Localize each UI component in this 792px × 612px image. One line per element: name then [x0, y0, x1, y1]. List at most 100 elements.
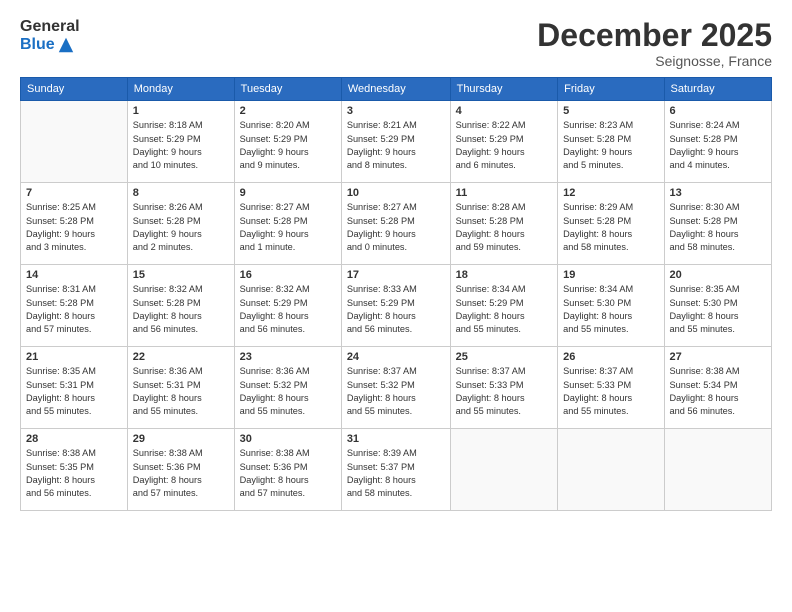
logo-general-text: General	[20, 18, 80, 36]
table-cell: 29 Sunrise: 8:38 AM Sunset: 5:36 PM Dayli…	[127, 429, 234, 511]
day-info: Sunrise: 8:27 AM Sunset: 5:28 PM Dayligh…	[347, 201, 445, 254]
table-cell: 10 Sunrise: 8:27 AM Sunset: 5:28 PM Dayli…	[341, 183, 450, 265]
week-row-2: 7 Sunrise: 8:25 AM Sunset: 5:28 PM Daylig…	[21, 183, 772, 265]
day-info: Sunrise: 8:21 AM Sunset: 5:29 PM Dayligh…	[347, 119, 445, 172]
week-row-1: 1 Sunrise: 8:18 AM Sunset: 5:29 PM Daylig…	[21, 101, 772, 183]
table-cell: 11 Sunrise: 8:28 AM Sunset: 5:28 PM Dayli…	[450, 183, 558, 265]
table-cell: 31 Sunrise: 8:39 AM Sunset: 5:37 PM Dayli…	[341, 429, 450, 511]
day-number: 9	[240, 187, 336, 199]
table-cell	[558, 429, 664, 511]
calendar-table: Sunday Monday Tuesday Wednesday Thursday…	[20, 77, 772, 511]
day-number: 10	[347, 187, 445, 199]
day-info: Sunrise: 8:22 AM Sunset: 5:29 PM Dayligh…	[456, 119, 553, 172]
table-cell	[21, 101, 128, 183]
col-tuesday: Tuesday	[234, 78, 341, 101]
day-number: 3	[347, 105, 445, 117]
table-cell: 22Sunrise: 8:36 AM Sunset: 5:31 PM Dayli…	[127, 347, 234, 429]
day-info: Sunrise: 8:38 AM Sunset: 5:34 PM Dayligh…	[670, 365, 766, 418]
day-number: 19	[563, 269, 658, 281]
day-number: 14	[26, 269, 122, 281]
calendar-page: General Blue December 2025 Seignosse, Fr…	[0, 0, 792, 612]
day-info: Sunrise: 8:18 AM Sunset: 5:29 PM Dayligh…	[133, 119, 229, 172]
day-info: Sunrise: 8:32 AM Sunset: 5:28 PM Dayligh…	[133, 283, 229, 336]
title-block: December 2025 Seignosse, France	[537, 18, 772, 69]
day-info: Sunrise: 8:26 AM Sunset: 5:28 PM Dayligh…	[133, 201, 229, 254]
day-info: Sunrise: 8:37 AM Sunset: 5:32 PM Dayligh…	[347, 365, 445, 418]
day-number: 27	[670, 351, 766, 363]
logo-icon	[57, 36, 75, 54]
table-cell: 12 Sunrise: 8:29 AM Sunset: 5:28 PM Dayli…	[558, 183, 664, 265]
day-info: Sunrise: 8:37 AM Sunset: 5:33 PM Dayligh…	[456, 365, 553, 418]
day-number: 31	[347, 433, 445, 445]
day-number: 5	[563, 105, 658, 117]
table-cell: 24 Sunrise: 8:37 AM Sunset: 5:32 PM Dayli…	[341, 347, 450, 429]
day-number: 12	[563, 187, 658, 199]
table-cell	[664, 429, 771, 511]
col-sunday: Sunday	[21, 78, 128, 101]
day-number: 15	[133, 269, 229, 281]
col-thursday: Thursday	[450, 78, 558, 101]
table-cell: 7 Sunrise: 8:25 AM Sunset: 5:28 PM Daylig…	[21, 183, 128, 265]
col-friday: Friday	[558, 78, 664, 101]
day-info: Sunrise: 8:20 AM Sunset: 5:29 PM Dayligh…	[240, 119, 336, 172]
day-number: 7	[26, 187, 122, 199]
day-info: Sunrise: 8:28 AM Sunset: 5:28 PM Dayligh…	[456, 201, 553, 254]
table-cell: 15 Sunrise: 8:32 AM Sunset: 5:28 PM Dayli…	[127, 265, 234, 347]
day-number: 18	[456, 269, 553, 281]
table-cell: 16Sunrise: 8:32 AM Sunset: 5:29 PM Dayli…	[234, 265, 341, 347]
table-cell	[450, 429, 558, 511]
table-cell: 9Sunrise: 8:27 AM Sunset: 5:28 PM Daylig…	[234, 183, 341, 265]
month-title: December 2025	[537, 18, 772, 53]
day-number: 16	[240, 269, 336, 281]
table-cell: 14 Sunrise: 8:31 AM Sunset: 5:28 PM Dayli…	[21, 265, 128, 347]
table-cell: 27 Sunrise: 8:38 AM Sunset: 5:34 PM Dayli…	[664, 347, 771, 429]
day-info: Sunrise: 8:29 AM Sunset: 5:28 PM Dayligh…	[563, 201, 658, 254]
table-cell: 21Sunrise: 8:35 AM Sunset: 5:31 PM Dayli…	[21, 347, 128, 429]
calendar-header-row: Sunday Monday Tuesday Wednesday Thursday…	[21, 78, 772, 101]
day-info: Sunrise: 8:23 AM Sunset: 5:28 PM Dayligh…	[563, 119, 658, 172]
day-info: Sunrise: 8:33 AM Sunset: 5:29 PM Dayligh…	[347, 283, 445, 336]
day-info: Sunrise: 8:38 AM Sunset: 5:36 PM Dayligh…	[133, 447, 229, 500]
day-number: 1	[133, 105, 229, 117]
day-number: 2	[240, 105, 336, 117]
table-cell: 30Sunrise: 8:38 AM Sunset: 5:36 PM Dayli…	[234, 429, 341, 511]
day-number: 30	[240, 433, 336, 445]
table-cell: 17 Sunrise: 8:33 AM Sunset: 5:29 PM Dayli…	[341, 265, 450, 347]
table-cell: 26Sunrise: 8:37 AM Sunset: 5:33 PM Dayli…	[558, 347, 664, 429]
day-number: 17	[347, 269, 445, 281]
day-info: Sunrise: 8:31 AM Sunset: 5:28 PM Dayligh…	[26, 283, 122, 336]
day-info: Sunrise: 8:34 AM Sunset: 5:30 PM Dayligh…	[563, 283, 658, 336]
day-number: 26	[563, 351, 658, 363]
day-number: 4	[456, 105, 553, 117]
day-info: Sunrise: 8:38 AM Sunset: 5:35 PM Dayligh…	[26, 447, 122, 500]
day-info: Sunrise: 8:39 AM Sunset: 5:37 PM Dayligh…	[347, 447, 445, 500]
table-cell: 13Sunrise: 8:30 AM Sunset: 5:28 PM Dayli…	[664, 183, 771, 265]
table-cell: 8Sunrise: 8:26 AM Sunset: 5:28 PM Daylig…	[127, 183, 234, 265]
table-cell: 19 Sunrise: 8:34 AM Sunset: 5:30 PM Dayli…	[558, 265, 664, 347]
day-number: 11	[456, 187, 553, 199]
col-monday: Monday	[127, 78, 234, 101]
week-row-5: 28 Sunrise: 8:38 AM Sunset: 5:35 PM Dayli…	[21, 429, 772, 511]
day-number: 22	[133, 351, 229, 363]
page-header: General Blue December 2025 Seignosse, Fr…	[20, 18, 772, 69]
table-cell: 18Sunrise: 8:34 AM Sunset: 5:29 PM Dayli…	[450, 265, 558, 347]
day-number: 13	[670, 187, 766, 199]
table-cell: 20Sunrise: 8:35 AM Sunset: 5:30 PM Dayli…	[664, 265, 771, 347]
day-info: Sunrise: 8:25 AM Sunset: 5:28 PM Dayligh…	[26, 201, 122, 254]
day-number: 29	[133, 433, 229, 445]
week-row-4: 21Sunrise: 8:35 AM Sunset: 5:31 PM Dayli…	[21, 347, 772, 429]
location-subtitle: Seignosse, France	[537, 53, 772, 69]
table-cell: 3 Sunrise: 8:21 AM Sunset: 5:29 PM Daylig…	[341, 101, 450, 183]
day-info: Sunrise: 8:35 AM Sunset: 5:30 PM Dayligh…	[670, 283, 766, 336]
day-number: 28	[26, 433, 122, 445]
week-row-3: 14 Sunrise: 8:31 AM Sunset: 5:28 PM Dayli…	[21, 265, 772, 347]
logo-blue-text: Blue	[20, 36, 55, 54]
day-number: 24	[347, 351, 445, 363]
table-cell: 1 Sunrise: 8:18 AM Sunset: 5:29 PM Daylig…	[127, 101, 234, 183]
day-number: 25	[456, 351, 553, 363]
table-cell: 6Sunrise: 8:24 AM Sunset: 5:28 PM Daylig…	[664, 101, 771, 183]
col-saturday: Saturday	[664, 78, 771, 101]
logo: General Blue	[20, 18, 80, 54]
table-cell: 28 Sunrise: 8:38 AM Sunset: 5:35 PM Dayli…	[21, 429, 128, 511]
day-number: 21	[26, 351, 122, 363]
